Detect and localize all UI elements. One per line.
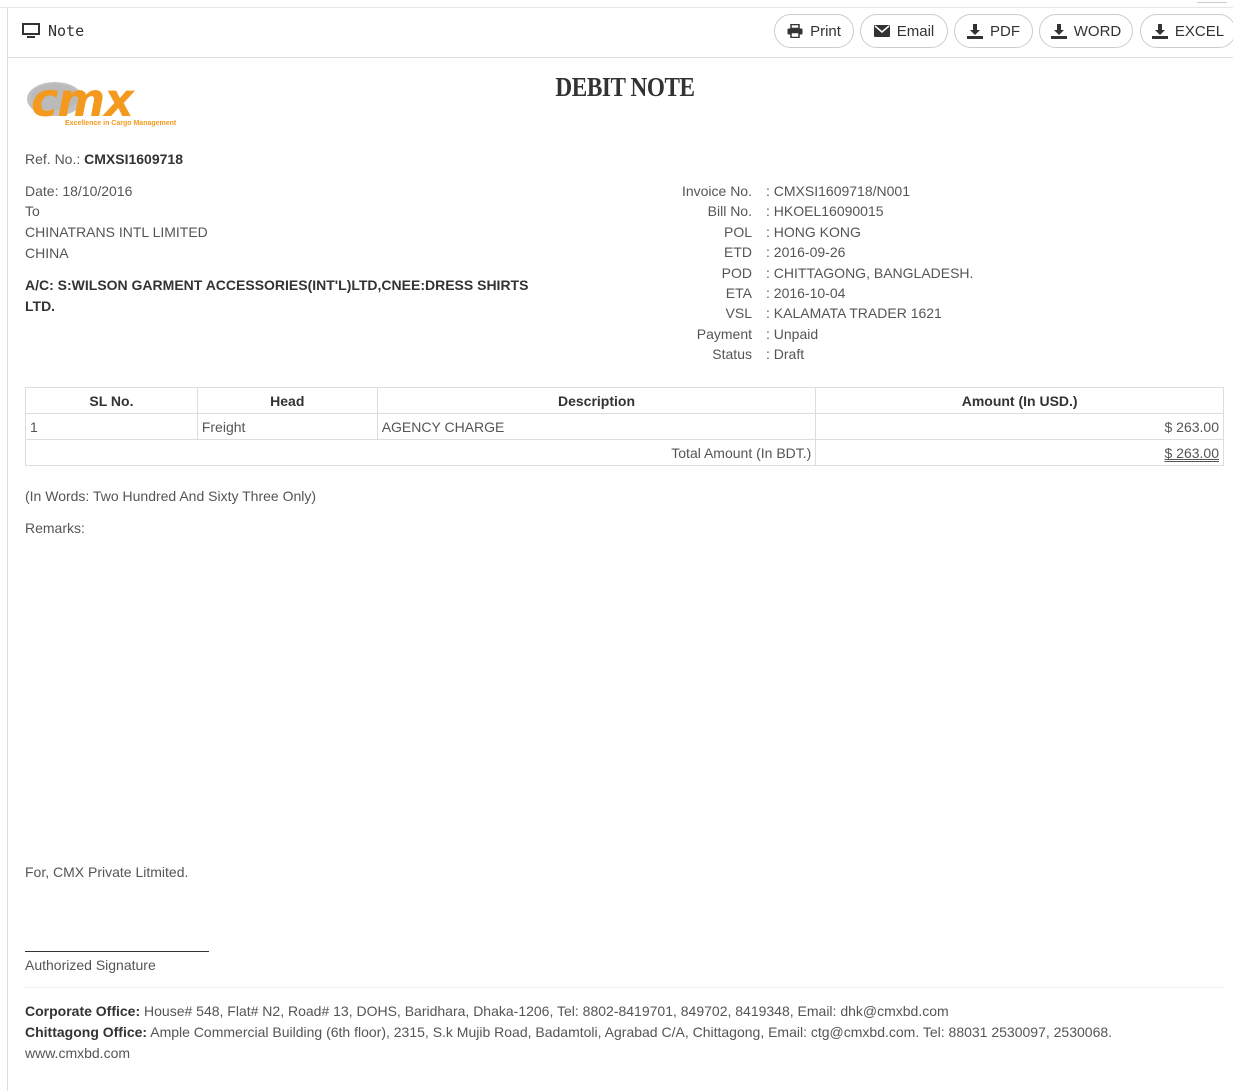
total-label: Total Amount (In BDT.) [24, 439, 817, 466]
status-value: : Draft [766, 346, 805, 363]
to-label: To [25, 203, 40, 219]
reference-line: Ref. No.: CMXSI1609718 [25, 151, 183, 167]
envelope-icon [873, 25, 890, 37]
info-label: Payment [696, 325, 752, 342]
corporate-office-line: Corporate Office: House# 548, Flat# N2, … [25, 1003, 949, 1019]
svg-text:Excellence in Cargo Management: Excellence in Cargo Management [65, 120, 177, 127]
excel-button[interactable]: EXCEL [1140, 14, 1233, 48]
pol-value: : HONG KONG [766, 223, 861, 240]
column-header-sl: SL No. [25, 387, 198, 414]
pod-value: : CHITTAGONG, BANGLADESH. [766, 264, 974, 281]
email-label: Email [896, 22, 935, 40]
charges-table: SL No. Head Description Amount (In USD.)… [24, 387, 1224, 466]
date-text: Date: 18/10/2016 [25, 183, 133, 199]
info-label: VSL [725, 305, 752, 322]
cell-description: AGENCY CHARGE [376, 413, 817, 440]
document-body [7, 58, 1233, 1091]
chittagong-office-label: Chittagong Office: [25, 1024, 148, 1040]
panel-title: Note [22, 22, 84, 40]
chittagong-office-text: Ample Commercial Building (6th floor), 2… [150, 1024, 1113, 1040]
word-label: WORD [1073, 22, 1122, 40]
info-labels: Invoice No. Bill No. POL ETD POD ETA VSL… [660, 182, 752, 366]
email-button[interactable]: Email [860, 14, 948, 48]
cell-sl: 1 [25, 413, 198, 440]
chittagong-office-line: Chittagong Office: Ample Commercial Buil… [25, 1024, 1112, 1040]
total-value: $ 263.00 [1164, 444, 1220, 461]
print-button[interactable]: Print [774, 14, 854, 48]
info-label: Invoice No. [681, 183, 752, 199]
signature-label: Authorized Signature [25, 957, 156, 973]
document-title: DEBIT NOTE [555, 72, 695, 102]
info-label: ETD [724, 244, 752, 261]
total-value-cell: $ 263.00 [815, 439, 1224, 466]
vessel-value: : KALAMATA TRADER 1621 [766, 305, 942, 322]
bill-no-value: : HKOEL16090015 [766, 203, 884, 220]
panel-title-label: Note [48, 22, 85, 40]
table-row: 1 Freight AGENCY CHARGE $ 263.00 [25, 413, 1224, 440]
remarks-label: Remarks: [25, 520, 85, 536]
top-edge [0, 0, 1233, 8]
column-header-amount: Amount (In USD.) [815, 387, 1224, 414]
cell-amount: $ 263.00 [815, 413, 1224, 440]
account-line-1: A/C: S:WILSON GARMENT ACCESSORIES(INT'L)… [25, 277, 529, 293]
eta-value: : 2016-10-04 [766, 284, 846, 301]
pdf-button[interactable]: PDF [954, 14, 1033, 48]
info-label: ETA [725, 284, 752, 301]
corporate-office-text: House# 548, Flat# N2, Road# 13, DOHS, Ba… [144, 1003, 949, 1019]
recipient-country: CHINA [25, 245, 69, 261]
signature-line [25, 951, 209, 952]
info-values: : CMXSI1609718/N001 : HKOEL16090015 : HO… [766, 182, 973, 366]
excel-label: EXCEL [1174, 22, 1225, 40]
column-header-description: Description [376, 387, 817, 414]
ref-label: Ref. No.: [25, 151, 81, 167]
footer-divider [25, 987, 1224, 988]
print-label: Print [810, 22, 841, 40]
recipient-name: CHINATRANS INTL LIMITED [25, 224, 208, 240]
download-icon [967, 23, 983, 39]
info-label: Bill No. [707, 203, 752, 220]
website-text: www.cmxbd.com [25, 1045, 131, 1061]
top-corner-tab [1197, 0, 1227, 3]
monitor-icon [22, 23, 40, 38]
total-row: Total Amount (In BDT.) $ 263.00 [24, 439, 1224, 466]
cell-head: Freight [196, 413, 378, 440]
account-line-2: LTD. [25, 298, 56, 314]
ref-number: CMXSI1609718 [84, 151, 183, 167]
table-header-row: SL No. Head Description Amount (In USD.) [25, 387, 1224, 414]
download-icon [1050, 23, 1067, 39]
pdf-label: PDF [990, 22, 1020, 40]
etd-value: : 2016-09-26 [766, 244, 846, 261]
info-label: Status [712, 346, 752, 363]
word-button[interactable]: WORD [1039, 14, 1133, 48]
print-icon [787, 24, 803, 38]
invoice-no-value: : CMXSI1609718/N001 [766, 183, 910, 199]
column-header-head: Head [196, 387, 378, 414]
download-icon [1151, 23, 1168, 39]
payment-value: : Unpaid [766, 325, 819, 342]
amount-in-words: (In Words: Two Hundred And Sixty Three O… [25, 488, 317, 504]
panel-header: Note Print Email PDF WORD EXCEL [7, 8, 1233, 58]
corporate-office-label: Corporate Office: [25, 1003, 141, 1019]
info-label: POD [721, 264, 752, 281]
signoff-text: For, CMX Private Litmited. [25, 864, 189, 880]
info-label: POL [723, 223, 752, 240]
